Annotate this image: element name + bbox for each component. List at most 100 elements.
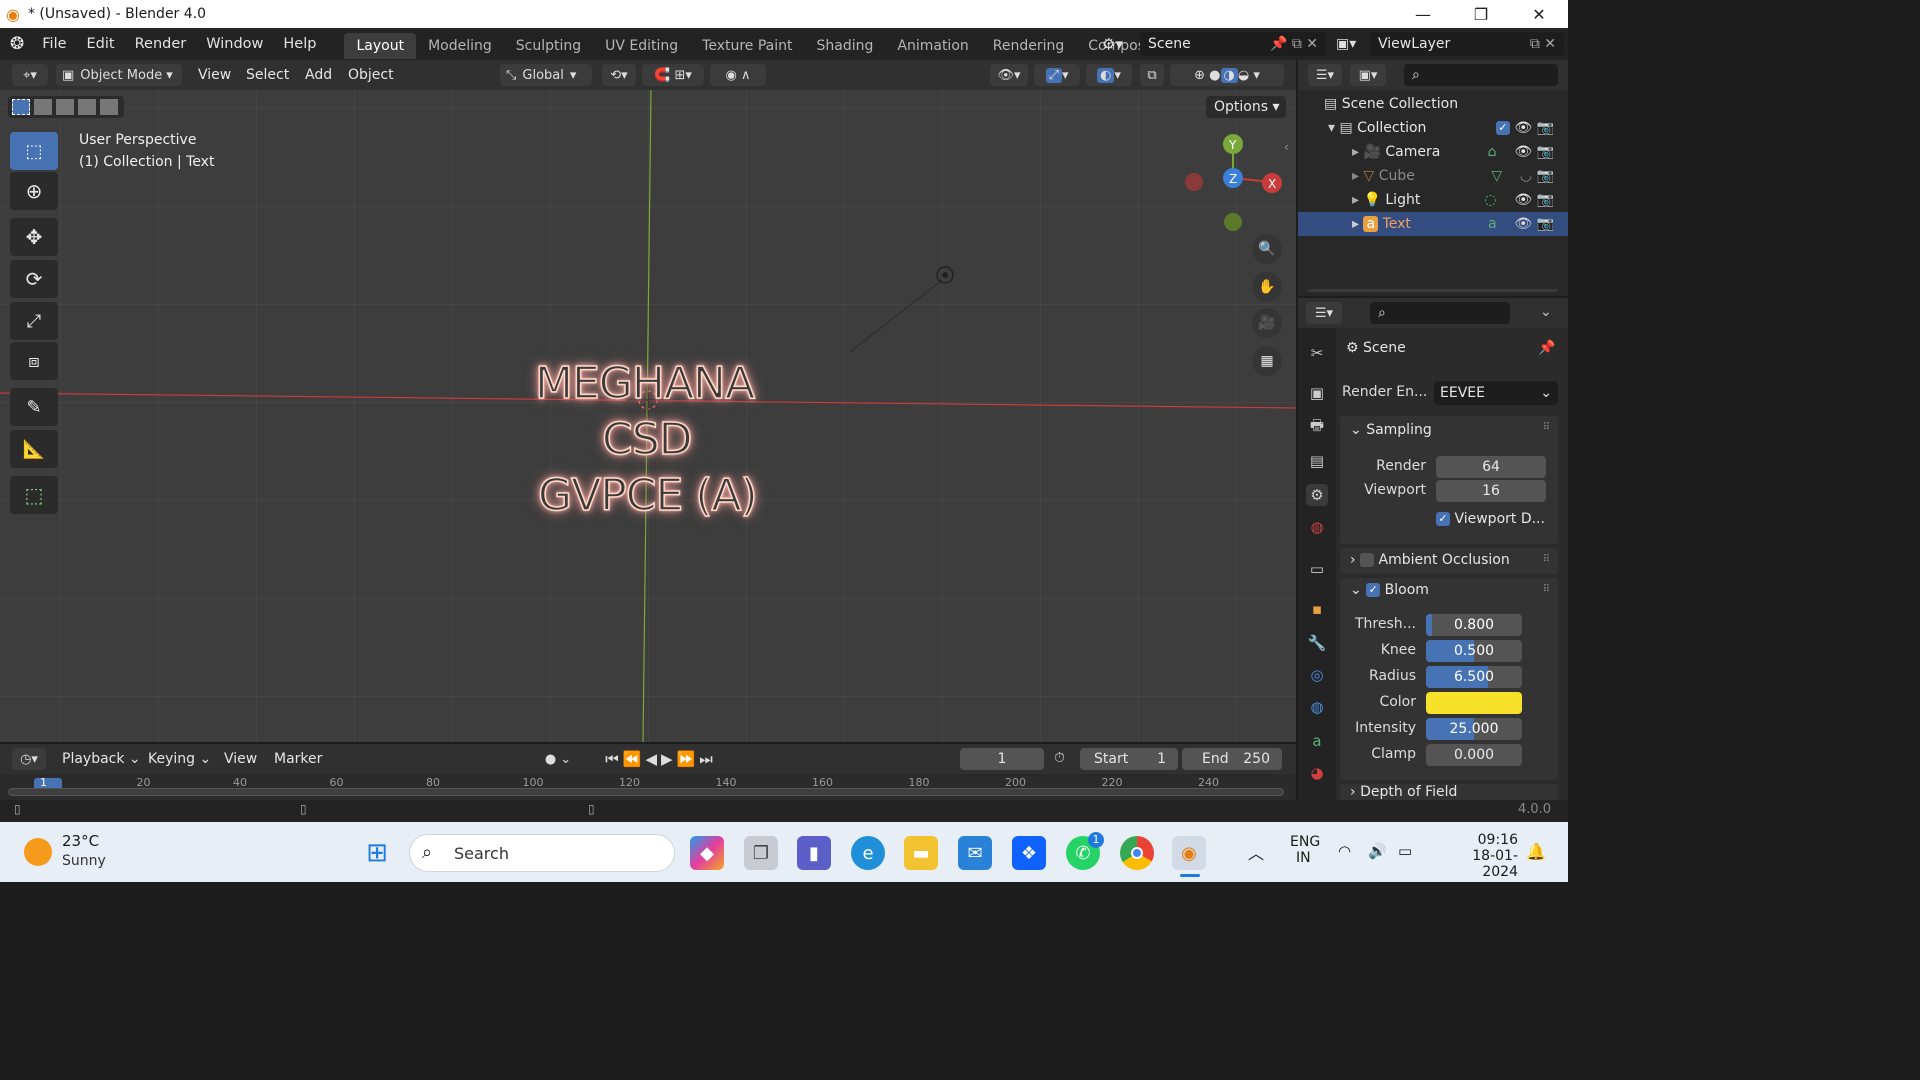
tab-animation[interactable]: Animation	[885, 33, 980, 59]
viewlayer-selector-icon[interactable]: ▣▾	[1336, 32, 1368, 56]
overlays-toggle-icon[interactable]: ◐ ▾	[1086, 64, 1132, 86]
stopwatch-icon[interactable]: ⏱	[1054, 750, 1065, 766]
ortho-toggle-button[interactable]: ▦	[1252, 346, 1282, 376]
outliner-scrollbar[interactable]	[1308, 289, 1558, 292]
material-tab-icon[interactable]: ◕	[1306, 762, 1328, 784]
file-explorer-icon[interactable]: ▬	[904, 836, 938, 870]
move-tool[interactable]: ✥	[10, 218, 58, 256]
tab-sculpting[interactable]: Sculpting	[504, 33, 593, 59]
current-frame-field[interactable]: 1	[960, 748, 1044, 770]
display-mode-icon[interactable]: ▣▾	[1350, 64, 1386, 86]
weather-temp[interactable]: 23°C	[62, 832, 99, 850]
pivot-point-icon[interactable]: ⟲▾	[602, 64, 636, 86]
battery-icon[interactable]: ▭	[1398, 842, 1412, 860]
annotate-tool[interactable]: ✎	[10, 388, 58, 426]
cursor-tool[interactable]: ⊕	[10, 172, 58, 210]
data-tab-icon[interactable]: a	[1306, 730, 1328, 752]
editor-type-icon[interactable]: ⌖▾	[12, 64, 48, 86]
chrome-icon[interactable]	[1120, 836, 1154, 870]
tab-texture-paint[interactable]: Texture Paint	[690, 33, 804, 59]
outliner-search-input[interactable]: ⌕	[1404, 64, 1558, 86]
drag-handle-icon[interactable]: ⠿	[1543, 422, 1550, 433]
pin-icon[interactable]: 📌	[1538, 340, 1555, 356]
zoom-button[interactable]: 🔍	[1252, 234, 1282, 264]
windows-start-icon[interactable]: ⊞	[360, 836, 394, 870]
bloom-clamp-field[interactable]: 0.000	[1426, 744, 1522, 766]
transform-orientation-dropdown[interactable]: ⤡ Global ▾	[500, 64, 592, 86]
sun-weather-icon[interactable]	[24, 838, 52, 866]
minimize-button[interactable]: —	[1394, 0, 1452, 28]
maximize-button[interactable]: ❐	[1452, 0, 1510, 28]
bloom-panel-header[interactable]: ⌄ ✓ Bloom	[1350, 582, 1429, 598]
output-tab-icon[interactable]: 🖶	[1306, 416, 1328, 438]
navigation-gizmo[interactable]: Y X Z	[1178, 132, 1288, 242]
view-layer-tab-icon[interactable]: ▤	[1306, 450, 1328, 472]
shading-mode-buttons[interactable]: ⊕ ● ◑ ◒ ▾	[1170, 64, 1284, 86]
render-tab-icon[interactable]: ▣	[1306, 382, 1328, 404]
timeline-scrollbar[interactable]	[8, 788, 1284, 796]
bloom-radius-slider[interactable]: 6.500	[1426, 666, 1522, 688]
clock[interactable]: 09:16 18-01-2024	[1438, 832, 1518, 880]
outliner-editor-type-icon[interactable]: ☰▾	[1308, 64, 1342, 86]
scale-tool[interactable]: ⤢	[10, 302, 58, 340]
sampling-panel-header[interactable]: ⌄ Sampling	[1350, 422, 1432, 438]
viewport-denoise-checkbox[interactable]: ✓ Viewport D...	[1436, 511, 1545, 527]
copilot-icon[interactable]: ◆	[690, 836, 724, 870]
outliner-item-light[interactable]: ▸ 💡 Light ◌ 👁 📷	[1298, 188, 1568, 212]
rotate-tool[interactable]: ⟳	[10, 260, 58, 298]
dropbox-icon[interactable]: ❖	[1012, 836, 1046, 870]
wifi-icon[interactable]: ◠	[1338, 842, 1351, 860]
outliner-item-text[interactable]: ▸ a Text a 👁 📷	[1298, 212, 1568, 236]
timeline-menu-view[interactable]: View	[224, 748, 257, 770]
measure-tool[interactable]: 📐	[10, 430, 58, 468]
collection-tab-icon[interactable]: ▭	[1306, 558, 1328, 580]
tab-layout[interactable]: Layout	[344, 33, 417, 59]
bloom-threshold-slider[interactable]: 0.800	[1426, 614, 1522, 636]
render-samples-field[interactable]: 64	[1436, 456, 1546, 478]
render-engine-dropdown[interactable]: EEVEE ⌄	[1434, 381, 1558, 405]
menu-help[interactable]: Help	[273, 28, 326, 60]
properties-options-icon[interactable]: ⌄	[1540, 304, 1552, 320]
visibility-icon[interactable]: 👁▾	[990, 64, 1028, 86]
viewport-menu-object[interactable]: Object	[348, 64, 394, 86]
tab-modeling[interactable]: Modeling	[416, 33, 504, 59]
timeline-editor-type-icon[interactable]: ◷▾	[12, 748, 46, 770]
timeline-menu-playback[interactable]: Playback ⌄	[62, 748, 141, 770]
proportional-editing-icon[interactable]: ◉ ∧	[710, 64, 766, 86]
volume-icon[interactable]: 🔊	[1368, 842, 1387, 860]
options-dropdown[interactable]: Options ▾	[1206, 96, 1286, 118]
notification-bell-icon[interactable]: 🔔	[1526, 842, 1546, 861]
bloom-intensity-slider[interactable]: 25.000	[1426, 718, 1522, 740]
scene-collection-row[interactable]: ▤ Scene Collection	[1298, 92, 1568, 116]
outliner-item-cube[interactable]: ▸ ▽ Cube ▽ ◡ 📷	[1298, 164, 1568, 188]
bloom-color-swatch[interactable]	[1426, 692, 1522, 714]
timeline-menu-keying[interactable]: Keying ⌄	[148, 748, 211, 770]
object-mode-dropdown[interactable]: ▣ Object Mode ▾	[56, 64, 182, 86]
task-view-icon[interactable]: ❐	[744, 836, 778, 870]
collection-row[interactable]: ▾ ▤ Collection ✓ 👁 📷	[1298, 116, 1568, 140]
edge-icon[interactable]: e	[851, 836, 885, 870]
snapping-icon[interactable]: 🧲 ⊞▾	[642, 64, 704, 86]
timeline-menu-marker[interactable]: Marker	[274, 748, 322, 770]
teams-icon[interactable]: ▮	[797, 836, 831, 870]
camera-view-button[interactable]: 🎥	[1252, 308, 1282, 338]
physics-tab-icon[interactable]: ◍	[1306, 696, 1328, 718]
outliner-item-camera[interactable]: ▸ 🎥 Camera ⌂ 👁 📷	[1298, 140, 1568, 164]
timeline-ruler[interactable]: 1 20 40 60 80 100 120 140 160 180 200 220 240	[0, 774, 1296, 800]
scene-field[interactable]: Scene 📌 ⧉ ✕	[1140, 32, 1326, 56]
end-frame-field[interactable]: End 250	[1182, 748, 1282, 770]
properties-search-input[interactable]: ⌕	[1370, 302, 1510, 324]
sidebar-toggle-icon[interactable]: ‹	[1284, 140, 1289, 154]
bloom-knee-slider[interactable]: 0.500	[1426, 640, 1522, 662]
object-tab-icon[interactable]: ▪	[1306, 598, 1328, 620]
tab-rendering[interactable]: Rendering	[981, 33, 1077, 59]
ambient-occlusion-panel[interactable]: › Ambient Occlusion ⠿	[1340, 548, 1558, 574]
start-frame-field[interactable]: Start 1	[1080, 748, 1178, 770]
world-tab-icon[interactable]: ◍	[1306, 516, 1328, 538]
particles-tab-icon[interactable]: ◎	[1306, 664, 1328, 686]
gizmo-toggle-icon[interactable]: ⤢ ▾	[1034, 64, 1080, 86]
properties-editor-type-icon[interactable]: ☰▾	[1306, 302, 1342, 324]
menu-window[interactable]: Window	[196, 28, 273, 60]
depth-of-field-panel[interactable]: › Depth of Field	[1340, 784, 1558, 800]
viewlayer-field[interactable]: ViewLayer ⧉ ✕	[1370, 32, 1564, 56]
